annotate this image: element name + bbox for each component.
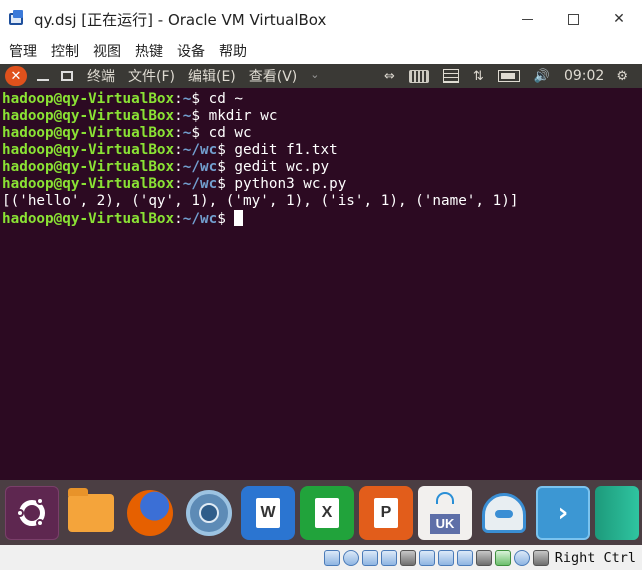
close-icon: ✕ bbox=[10, 68, 22, 84]
window-title: qy.dsj [正在运行] - Oracle VM VirtualBox bbox=[34, 10, 327, 29]
panel-indicators: ⇔ ⇅ 🔊 09:02 ⚙ bbox=[384, 64, 642, 88]
terminal-line: hadoop@qy-VirtualBox:~$ mkdir wc bbox=[2, 108, 278, 124]
terminal-line: hadoop@qy-VirtualBox:~/wc$ gedit wc.py bbox=[2, 159, 330, 175]
help-assistant-icon[interactable] bbox=[477, 486, 531, 540]
libreoffice-impress-icon[interactable]: P bbox=[359, 485, 413, 540]
menu-hotkey[interactable]: 热键 bbox=[135, 41, 163, 61]
command-text: cd wc bbox=[208, 125, 252, 141]
software-center-bag-icon[interactable]: UK bbox=[418, 485, 472, 540]
command-text: cd ~ bbox=[208, 91, 244, 107]
ubuntu-top-panel: ✕ 终端 文件(F) 编辑(E) 查看(V) ⌄ ⇔ ⇅ 🔊 09:02 ⚙ bbox=[0, 64, 642, 88]
prompt-path: ~/wc bbox=[182, 142, 218, 158]
terminal-line: hadoop@qy-VirtualBox:~/wc$ python3 wc.py bbox=[2, 176, 347, 192]
close-icon: ✕ bbox=[613, 11, 625, 27]
terminal-line: hadoop@qy-VirtualBox:~$ cd ~ bbox=[2, 91, 244, 107]
arrow-down-icon[interactable] bbox=[532, 549, 549, 566]
usb-icon[interactable] bbox=[399, 549, 416, 566]
battery-icon bbox=[497, 70, 520, 82]
display-icon[interactable] bbox=[437, 549, 454, 566]
menu-view-guest[interactable]: 查看(V) bbox=[249, 66, 298, 86]
host-key-label: Right Ctrl bbox=[554, 549, 636, 566]
maximize-icon bbox=[567, 13, 579, 25]
prompt-path: ~/wc bbox=[182, 211, 218, 227]
terminal-menu: 终端 文件(F) 编辑(E) 查看(V) ⌄ bbox=[87, 66, 333, 86]
libreoffice-writer-icon[interactable]: W bbox=[241, 485, 295, 540]
hard-disk-icon[interactable] bbox=[323, 549, 340, 566]
command-text: gedit f1.txt bbox=[234, 142, 338, 158]
prompt-user: hadoop@qy-VirtualBox bbox=[2, 142, 175, 158]
maximize-button[interactable] bbox=[550, 0, 596, 38]
menu-file[interactable]: 文件(F) bbox=[128, 66, 175, 86]
menu-terminal[interactable]: 终端 bbox=[87, 66, 115, 86]
virtualbox-app-icon bbox=[8, 10, 26, 28]
transfer-indicator-icon[interactable]: ⇔ bbox=[384, 69, 395, 84]
menu-control[interactable]: 控制 bbox=[51, 41, 79, 61]
volume-icon[interactable]: 🔊 bbox=[534, 69, 550, 84]
keyboard-icon bbox=[408, 69, 429, 83]
power-gear-icon[interactable]: ⚙ bbox=[616, 69, 628, 84]
prompt-path: ~/wc bbox=[182, 176, 218, 192]
ubuntu-launcher-icon[interactable] bbox=[5, 485, 59, 540]
window-titlebar[interactable]: qy.dsj [正在运行] - Oracle VM VirtualBox ✕ bbox=[0, 0, 642, 38]
terminal-close-button[interactable]: ✕ bbox=[5, 66, 27, 86]
prompt-user: hadoop@qy-VirtualBox bbox=[2, 91, 175, 107]
libreoffice-calc-icon[interactable]: X bbox=[300, 485, 354, 540]
vbox-statusbar: Right Ctrl bbox=[0, 545, 642, 570]
menu-help[interactable]: 帮助 bbox=[219, 41, 247, 61]
terminal-current-prompt[interactable]: hadoop@qy-VirtualBox:~/wc$ bbox=[2, 210, 638, 227]
ubuntu-dock: W X P UK › bbox=[0, 480, 642, 545]
video-capture-icon[interactable] bbox=[456, 549, 473, 566]
terminal-minimize-button[interactable] bbox=[37, 79, 49, 81]
prompt-user: hadoop@qy-VirtualBox bbox=[2, 176, 175, 192]
keyboard-indicator[interactable] bbox=[408, 69, 429, 83]
menu-edit[interactable]: 编辑(E) bbox=[188, 66, 236, 86]
terminal-app-icon[interactable]: › bbox=[536, 485, 590, 540]
network-adapter-icon[interactable] bbox=[380, 549, 397, 566]
firefox-icon[interactable] bbox=[123, 486, 177, 540]
command-text: mkdir wc bbox=[208, 108, 278, 124]
network-icon[interactable]: ⇅ bbox=[473, 69, 484, 84]
battery-indicator[interactable] bbox=[497, 70, 520, 82]
panel-clock[interactable]: 09:02 bbox=[564, 68, 604, 84]
menu-view[interactable]: 视图 bbox=[93, 41, 121, 61]
web-browser-icon[interactable] bbox=[182, 486, 236, 540]
mouse-integration-icon[interactable] bbox=[494, 549, 511, 566]
cpu-icon[interactable] bbox=[475, 549, 492, 566]
menu-manage[interactable]: 管理 bbox=[9, 41, 37, 61]
guest-screen[interactable]: ✕ 终端 文件(F) 编辑(E) 查看(V) ⌄ ⇔ ⇅ 🔊 09:02 ⚙ h… bbox=[0, 64, 642, 545]
keyboard-capture-icon[interactable] bbox=[513, 549, 530, 566]
prompt-user: hadoop@qy-VirtualBox bbox=[2, 108, 175, 124]
menu-more-arrow-icon[interactable]: ⌄ bbox=[310, 68, 319, 86]
minimize-icon bbox=[521, 18, 533, 20]
command-text: gedit wc.py bbox=[234, 159, 330, 175]
menu-devices[interactable]: 设备 bbox=[177, 41, 205, 61]
prompt-user: hadoop@qy-VirtualBox bbox=[2, 159, 175, 175]
calendar-icon bbox=[442, 69, 459, 83]
partial-dock-app-icon[interactable] bbox=[595, 485, 639, 540]
terminal-maximize-button[interactable] bbox=[61, 71, 73, 81]
optical-drive-icon[interactable] bbox=[342, 549, 359, 566]
prompt-path: ~/wc bbox=[182, 159, 218, 175]
prompt-user: hadoop@qy-VirtualBox bbox=[2, 211, 175, 227]
vbox-menubar: 管理 控制 视图 热键 设备 帮助 bbox=[0, 38, 642, 64]
window-controls: ✕ bbox=[504, 0, 642, 38]
calendar-indicator[interactable] bbox=[442, 69, 459, 83]
command-text: python3 wc.py bbox=[234, 176, 347, 192]
minimize-button[interactable] bbox=[504, 0, 550, 38]
terminal-output[interactable]: hadoop@qy-VirtualBox:~$ cd ~ hadoop@qy-V… bbox=[2, 91, 638, 481]
text-cursor bbox=[234, 210, 244, 226]
terminal-line: hadoop@qy-VirtualBox:~/wc$ gedit f1.txt bbox=[2, 142, 338, 158]
terminal-line: hadoop@qy-VirtualBox:~$ cd wc bbox=[2, 125, 252, 141]
close-button[interactable]: ✕ bbox=[596, 0, 642, 38]
shared-folder-icon[interactable] bbox=[418, 549, 435, 566]
program-output: [('hello', 2), ('qy', 1), ('my', 1), ('i… bbox=[2, 193, 519, 209]
audio-icon[interactable] bbox=[361, 549, 378, 566]
prompt-user: hadoop@qy-VirtualBox bbox=[2, 125, 175, 141]
files-folder-icon[interactable] bbox=[64, 486, 118, 540]
